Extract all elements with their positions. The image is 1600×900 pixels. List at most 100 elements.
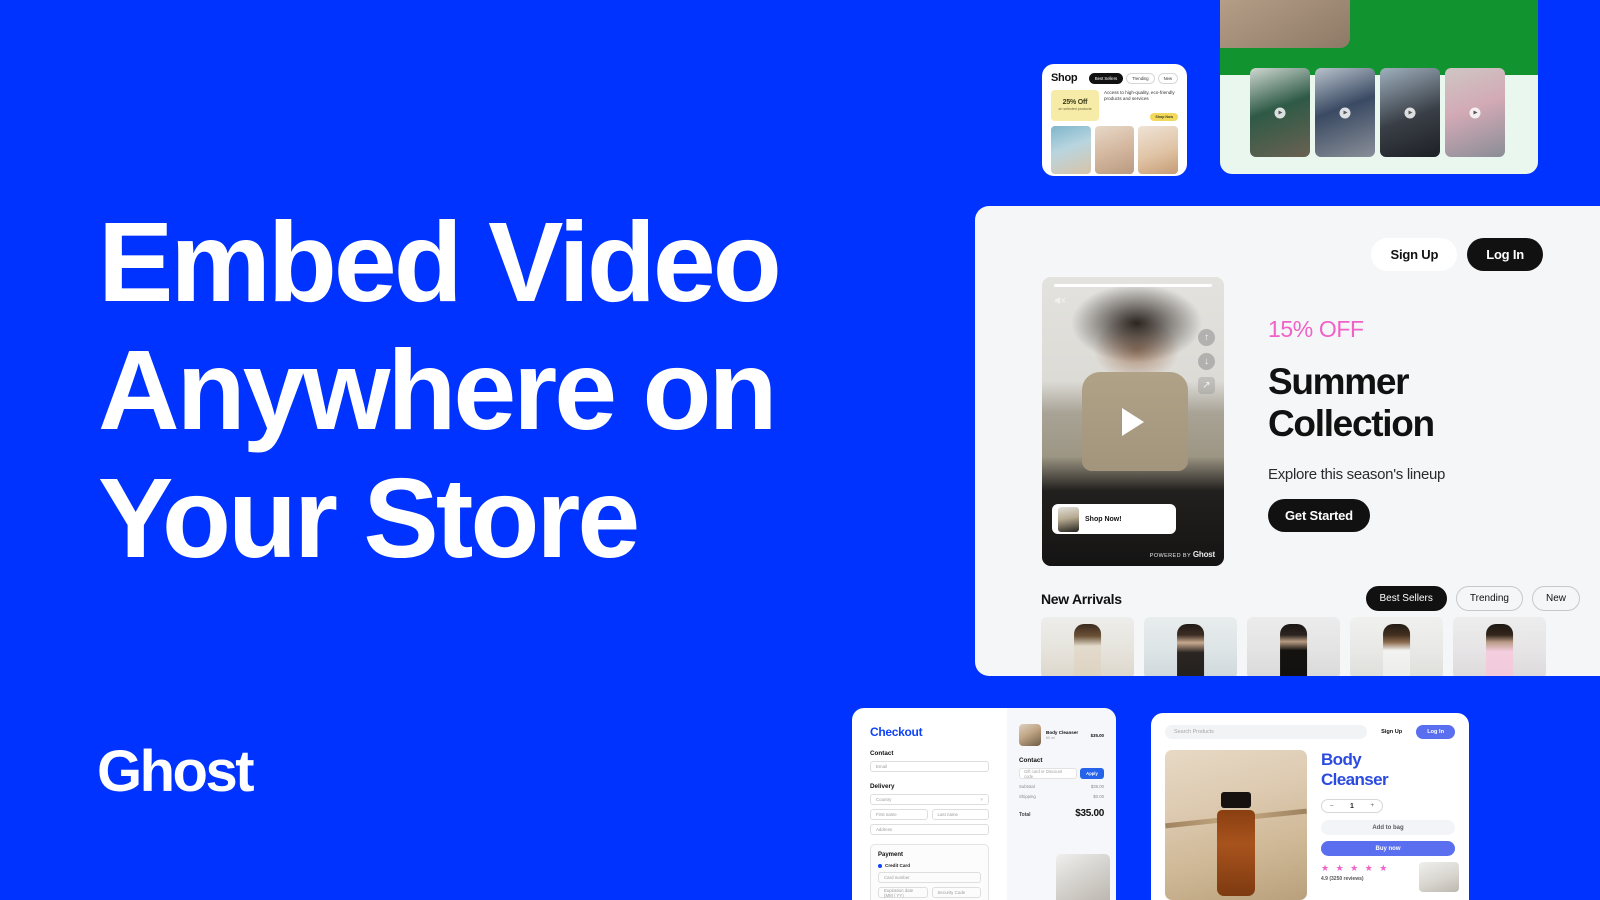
product-image [1382, 624, 1411, 676]
new-arrivals-title: New Arrivals [1041, 590, 1122, 607]
product-card-header: Search Products Sign Up Log In [1165, 725, 1455, 739]
checkout-title: Checkout [870, 725, 923, 739]
summary-contact-label: Contact [1019, 757, 1043, 764]
quantity-increment[interactable]: + [1370, 803, 1374, 809]
checkout-preview-card: Checkout Contact Email Delivery Country … [852, 708, 1116, 900]
new-arrivals-header: New Arrivals Best Sellers Trending New [1041, 586, 1580, 611]
quantity-stepper[interactable]: – 1 + [1321, 799, 1383, 813]
get-started-button[interactable]: Get Started [1268, 499, 1370, 532]
sign-up-button[interactable]: Sign Up [1375, 726, 1408, 738]
finance-preview-card: Financial Guidance for Your Future Your … [1220, 0, 1538, 174]
summary-product-name: Body Cleanser [1046, 730, 1079, 735]
summary-shipping-row: Shipping $0.00 [1019, 794, 1104, 799]
summary-product-image [1019, 724, 1041, 746]
gift-code-field[interactable]: Gift card or Discount code [1019, 768, 1077, 779]
chevron-down-icon: ˅ [980, 797, 983, 802]
shop-card-title: Shop [1051, 72, 1078, 84]
product-bottle-pump [1221, 792, 1251, 808]
product-image [1073, 624, 1102, 676]
expiration-field[interactable]: Expiration date (MM / YY) [878, 887, 928, 898]
email-field[interactable]: Email [870, 761, 989, 772]
brand-logo: Ghost [97, 739, 255, 804]
summary-product-meta: 60 ml [1046, 736, 1055, 740]
video-progress-bar[interactable] [1054, 284, 1212, 287]
product-tile[interactable] [1247, 617, 1340, 676]
log-in-button[interactable]: Log In [1467, 238, 1543, 271]
shop-pill-best-sellers[interactable]: Best Sellers [1088, 72, 1124, 84]
shop-promo-headline: 25% Off [1062, 99, 1088, 106]
shop-thumbnail[interactable] [1051, 126, 1091, 174]
powered-by-text: POWERED BY [1149, 553, 1191, 559]
mute-icon[interactable] [1053, 294, 1066, 307]
address-field[interactable]: Address [870, 824, 989, 835]
storefront-copy: 15% OFF Summer Collection Explore this s… [1268, 316, 1568, 532]
quantity-value: 1 [1349, 802, 1354, 810]
shop-promo-badge: 25% Off on selected products [1051, 90, 1099, 121]
security-code-field[interactable]: Security Code [931, 887, 981, 898]
summary-shipping-label: Shipping [1019, 794, 1036, 799]
shoppable-video-player[interactable]: ↑ ↓ ↗ Shop Now! POWERED BY Ghost [1042, 277, 1224, 566]
sign-up-button[interactable]: Sign Up [1371, 238, 1458, 271]
product-thumbnail[interactable] [1419, 862, 1459, 892]
shop-now-thumbnail [1058, 506, 1079, 532]
card-extra-row: Expiration date (MM / YY) Security Code [878, 883, 981, 898]
shop-thumbnail-row [1051, 126, 1179, 174]
discount-badge: 15% OFF [1268, 316, 1364, 342]
credit-card-radio[interactable]: Credit Card [878, 863, 981, 868]
product-tile[interactable] [1453, 617, 1546, 676]
country-select[interactable]: Country ˅ [870, 794, 989, 805]
finance-video-thumbnail[interactable] [1380, 68, 1440, 157]
add-to-bag-button[interactable]: Add to bag [1321, 820, 1455, 835]
shop-thumbnail[interactable] [1138, 126, 1179, 174]
video-side-controls: ↑ ↓ ↗ [1198, 329, 1215, 394]
gift-code-row: Gift card or Discount code Apply [1019, 768, 1104, 779]
filter-new[interactable]: New [1531, 586, 1580, 611]
storefront-nav: Sign Up Log In [1371, 238, 1543, 271]
play-icon[interactable] [1122, 407, 1144, 436]
storefront-preview-card: Sign Up Log In ↑ ↓ ↗ Shop Now! POWERED B… [975, 206, 1600, 676]
first-name-field[interactable]: First name [870, 809, 928, 820]
previous-video-icon[interactable]: ↑ [1198, 329, 1215, 346]
payment-label: Payment [878, 852, 904, 858]
play-icon [1274, 107, 1286, 118]
collection-subtitle: Explore this season's lineup [1268, 466, 1446, 483]
next-video-icon[interactable]: ↓ [1198, 353, 1215, 370]
last-name-field[interactable]: Last name [931, 809, 989, 820]
product-tile[interactable] [1144, 617, 1237, 676]
shop-now-overlay[interactable]: Shop Now! [1052, 504, 1176, 534]
quantity-decrement[interactable]: – [1330, 803, 1333, 809]
filter-trending[interactable]: Trending [1455, 586, 1523, 611]
finance-video-thumbnail[interactable] [1250, 68, 1310, 157]
shop-card-header: Shop Best Sellers Trending New [1051, 72, 1178, 84]
shop-pill-trending[interactable]: Trending [1126, 72, 1155, 84]
shop-thumbnail[interactable] [1094, 126, 1135, 174]
expand-video-icon[interactable]: ↗ [1198, 377, 1215, 394]
shop-card-banner: 25% Off on selected products Access to h… [1051, 90, 1178, 121]
summary-subtotal-value: $35.00 [1090, 784, 1104, 789]
payment-section: Payment Credit Card Card number Expirati… [870, 844, 989, 900]
shop-preview-card: Shop Best Sellers Trending New 25% Off o… [1042, 64, 1187, 176]
log-in-button[interactable]: Log In [1416, 725, 1455, 739]
buy-now-button[interactable]: Buy now [1321, 841, 1455, 856]
product-image [1176, 624, 1205, 676]
product-tile[interactable] [1041, 617, 1134, 676]
order-summary-panel: Body Cleanser 60 ml $35.00 Contact Gift … [1007, 708, 1116, 900]
product-name: Body Cleanser [1321, 750, 1389, 789]
shop-pill-new[interactable]: New [1157, 72, 1178, 84]
product-tile[interactable] [1350, 617, 1443, 676]
summary-product-price: $35.00 [1090, 732, 1104, 738]
credit-card-label: Credit Card [885, 863, 911, 868]
play-icon [1339, 107, 1351, 118]
search-input[interactable]: Search Products [1165, 725, 1368, 739]
finance-video-thumbnail[interactable] [1315, 68, 1375, 157]
new-arrivals-grid [1041, 617, 1546, 676]
summary-line-item: Body Cleanser 60 ml $35.00 [1019, 724, 1104, 746]
summary-decorative-image [1056, 854, 1110, 900]
finance-video-thumbnail[interactable] [1445, 68, 1505, 157]
apply-button[interactable]: Apply [1080, 768, 1104, 779]
card-number-field[interactable]: Card number [878, 872, 981, 883]
new-arrivals-filters: Best Sellers Trending New [1365, 586, 1580, 611]
shop-promo-subtext: on selected products [1058, 107, 1092, 111]
shop-now-button[interactable]: Shop Now [1150, 113, 1178, 121]
filter-best-sellers[interactable]: Best Sellers [1365, 586, 1447, 611]
